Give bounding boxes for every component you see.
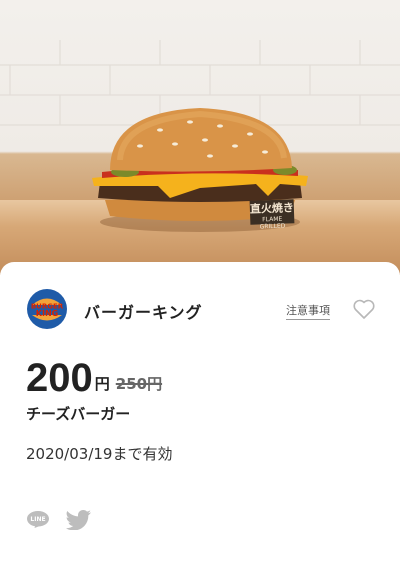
hero-image: 直火焼き FLAME GRILLED [0, 0, 400, 275]
brand-name: バーガーキング [84, 303, 203, 322]
line-icon-label: LINE [30, 516, 45, 523]
line-share-icon[interactable]: LINE [26, 510, 50, 528]
twitter-share-icon[interactable] [66, 510, 92, 530]
price-row: 200 円 250円 [26, 348, 162, 398]
stamp-text: 直火焼き [249, 201, 295, 216]
price-currency: 円 [94, 375, 110, 393]
notice-link[interactable]: 注意事項 [286, 302, 330, 320]
validity-date: 2020/03/19まで有効 [26, 445, 173, 463]
flame-grilled-stamp: 直火焼き FLAME GRILLED [249, 199, 295, 230]
svg-text:KING: KING [36, 309, 58, 318]
item-name: チーズバーガー [26, 405, 131, 423]
stamp-subtext: FLAME GRILLED [259, 215, 286, 231]
heart-icon[interactable] [352, 298, 376, 320]
burger-king-logo: BURGER KING [27, 289, 67, 329]
coupon-card: BURGER KING バーガーキング 注意事項 200 円 250円 チーズバ… [0, 262, 400, 577]
coupon-price: 200 [26, 356, 93, 400]
original-price: 250円 [115, 375, 163, 393]
